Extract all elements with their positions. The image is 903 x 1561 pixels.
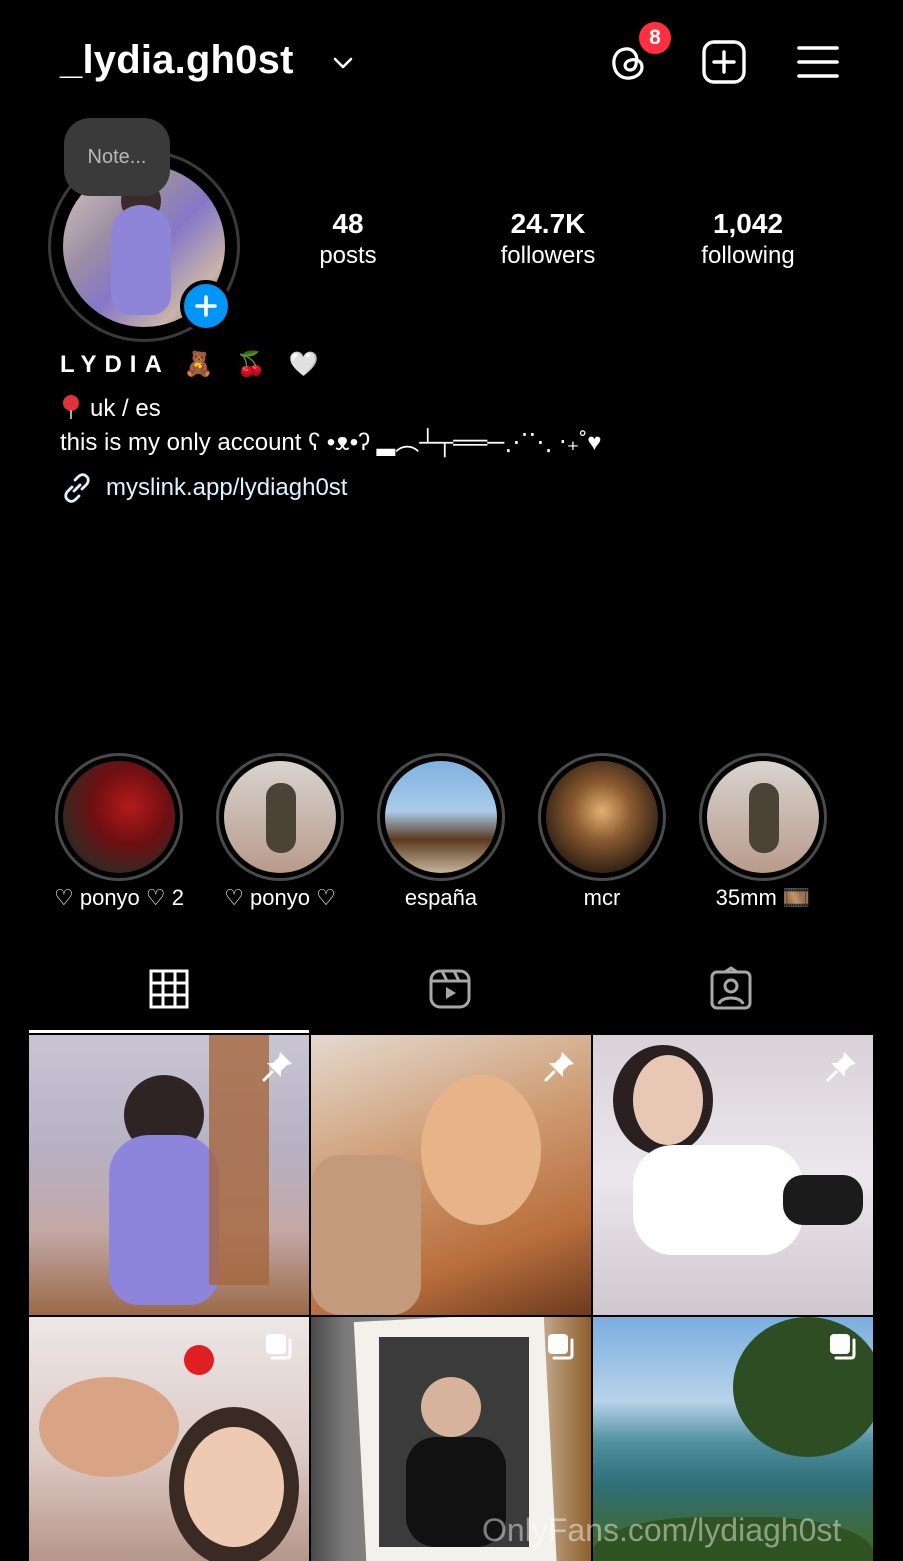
bio-location-text: uk / es [90, 395, 161, 422]
followers-count[interactable]: 24.7K followers [448, 207, 648, 271]
notification-badge: 8 [637, 20, 673, 56]
profile-link-text: myslink.app/lydiagh0st [106, 474, 348, 501]
pinned-icon [544, 1052, 574, 1082]
profile-header: _lydia.gh0st 8 [0, 0, 903, 120]
pinned-icon [826, 1052, 856, 1082]
post-thumbnail[interactable] [29, 1035, 309, 1315]
post-thumbnail[interactable] [311, 1035, 591, 1315]
reels-icon[interactable] [427, 966, 473, 1012]
link-icon [64, 473, 90, 503]
add-story-button[interactable] [180, 280, 232, 332]
highlight-label: 35mm 🎞️ [715, 885, 811, 910]
followers-label: followers [500, 242, 596, 269]
posts-value: 48 [332, 208, 364, 239]
chevron-down-icon[interactable] [332, 52, 354, 74]
post-thumbnail[interactable] [593, 1035, 873, 1315]
posts-label: posts [319, 242, 377, 269]
following-count[interactable]: 1,042 following [648, 207, 848, 271]
add-post-icon[interactable] [700, 38, 748, 86]
note-bubble[interactable]: Note... [64, 118, 170, 196]
active-tab-indicator [29, 1030, 309, 1033]
following-value: 1,042 [712, 208, 784, 239]
posts-count[interactable]: 48 posts [248, 207, 448, 271]
bio-location: uk / es [60, 394, 161, 424]
username-switcher[interactable]: _lydia.gh0st [60, 38, 294, 83]
highlight-label: ♡ ponyo ♡ [224, 885, 336, 910]
highlight-label: ♡ ponyo ♡ 2 [54, 885, 184, 910]
pin-icon [63, 395, 79, 419]
followers-value: 24.7K [510, 208, 586, 239]
following-label: following [701, 242, 795, 269]
highlight-label: españa [404, 885, 478, 910]
carousel-icon [548, 1334, 574, 1360]
bio-text: this is my only account ʕ •ᴥ•ʔ ▂︵┴┬══─⋰⋱… [60, 429, 602, 456]
display-name: LYDIA 🧸 🍒 🤍 [60, 351, 327, 378]
post-thumbnail[interactable] [29, 1317, 309, 1561]
highlight-label: mcr [583, 885, 621, 910]
carousel-icon [266, 1334, 292, 1360]
menu-icon[interactable] [796, 42, 840, 82]
pinned-icon [262, 1052, 292, 1082]
watermark: OnlyFans.com/lydiagh0st [482, 1512, 842, 1548]
profile-link[interactable]: myslink.app/lydiagh0st [60, 470, 347, 506]
plus-icon [195, 295, 217, 317]
tagged-icon[interactable] [708, 966, 754, 1012]
carousel-icon [830, 1334, 856, 1360]
grid-icon[interactable] [146, 966, 192, 1012]
